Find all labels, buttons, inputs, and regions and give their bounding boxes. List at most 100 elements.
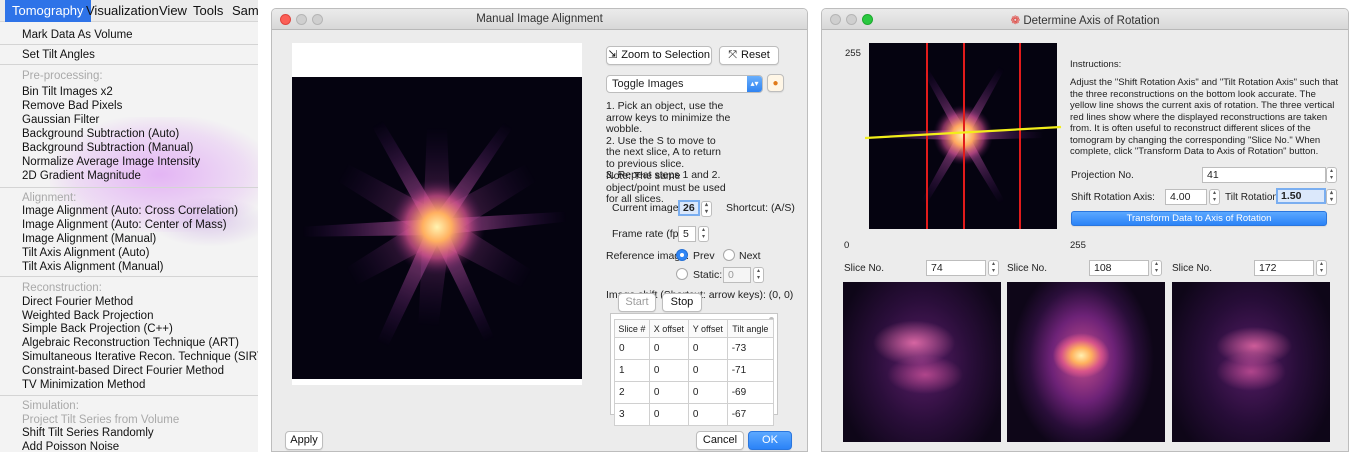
start-button[interactable]: Start (618, 293, 656, 312)
table-cell[interactable]: 2 (614, 381, 650, 404)
stepper-icon[interactable]: ▴ ▾ (753, 267, 764, 283)
menu-item-background-subtraction-manual[interactable]: Background Subtraction (Manual) (22, 142, 193, 154)
tilt-rotation-axis-input[interactable]: 1.50 ▴ ▾ (1276, 188, 1337, 205)
menubar-samples[interactable]: Samp (225, 0, 258, 22)
stepper-icon[interactable]: ▴ ▾ (1326, 167, 1337, 183)
menubar-tools[interactable]: Tools (186, 0, 230, 22)
next-radio[interactable] (723, 249, 735, 261)
table-cell[interactable]: 1 (614, 359, 650, 382)
table-cell[interactable]: 0 (687, 337, 728, 360)
offset-table: Slice # X offset Y offset Tilt angle 0 0 0 -73… (614, 319, 775, 426)
menu-item-simultaneous-iterative-recon-technique-sirt[interactable]: Simultaneous Iterative Recon. Technique … (22, 351, 258, 363)
table-cell[interactable]: -69 (726, 381, 775, 404)
menu-item-gaussian-filter[interactable]: Gaussian Filter (22, 114, 99, 126)
table-cell[interactable]: 0 (687, 403, 728, 426)
window-title: Manual Image Alignment (476, 13, 603, 25)
table-cell[interactable]: 0 (614, 337, 650, 360)
frame-rate-input[interactable]: 5 ▴ ▾ (678, 226, 709, 242)
static-radio[interactable] (676, 268, 688, 280)
stepper-icon[interactable]: ▴ ▾ (701, 201, 712, 217)
table-cell[interactable]: 0 (648, 337, 689, 360)
chevron-updown-icon: ▴▾ (747, 76, 762, 92)
table-row[interactable]: 1 0 0 -71 (614, 359, 775, 382)
table-cell[interactable]: -67 (726, 403, 775, 426)
table-header-cell[interactable]: X offset (648, 319, 689, 338)
table-cell[interactable]: -73 (726, 337, 775, 360)
window-title: ❁ Determine Axis of Rotation (1010, 15, 1160, 27)
ok-button[interactable]: OK (748, 431, 792, 450)
apply-button[interactable]: Apply (285, 431, 323, 450)
menubar: Tomography Visualization View Tools Samp (0, 0, 258, 22)
menu-item-remove-bad-pixels[interactable]: Remove Bad Pixels (22, 100, 122, 112)
rotation-axis-line[interactable] (865, 121, 1065, 143)
toggle-images-select[interactable]: Toggle Images ▴▾ (606, 75, 763, 93)
reset-button[interactable]: ⤧ Reset (719, 46, 779, 65)
menu-item-normalize-average-image-intensity[interactable]: Normalize Average Image Intensity (22, 156, 200, 168)
static-input[interactable]: 0 ▴ ▾ (723, 267, 764, 283)
menu-item-set-tilt-angles[interactable]: Set Tilt Angles (22, 49, 95, 61)
menu-item-simple-back-projection-c[interactable]: Simple Back Projection (C++) (22, 323, 173, 335)
slice-no-input-2[interactable]: 108 ▴ ▾ (1089, 260, 1162, 276)
current-image-input[interactable]: 26 ▴ ▾ (678, 200, 712, 217)
table-row[interactable]: 2 0 0 -69 (614, 381, 775, 404)
stepper-icon[interactable]: ▴ ▾ (1151, 260, 1162, 276)
table-cell[interactable]: 0 (687, 381, 728, 404)
table-cell[interactable]: 0 (648, 359, 689, 382)
stop-button[interactable]: Stop (662, 293, 702, 312)
menu-item-constraint-based-direct-fourier-method[interactable]: Constraint-based Direct Fourier Method (22, 365, 224, 377)
menu-separator (0, 276, 258, 277)
palette-icon: ● (772, 78, 779, 89)
stepper-icon[interactable]: ▴ ▾ (698, 226, 709, 242)
table-cell[interactable]: 0 (687, 359, 728, 382)
zoom-icon: ⇲ (608, 49, 618, 61)
x-axis-min-label: 0 (844, 240, 850, 251)
stepper-icon[interactable]: ▴ ▾ (1209, 189, 1220, 205)
prev-label: Prev (693, 250, 715, 262)
table-cell[interactable]: 0 (648, 403, 689, 426)
menu-item-weighted-back-projection[interactable]: Weighted Back Projection (22, 310, 153, 322)
table-row[interactable]: 3 0 0 -67 (614, 403, 775, 426)
stepper-icon[interactable]: ▴ ▾ (1326, 189, 1337, 205)
determine-axis-window: ❁ Determine Axis of Rotation 255 Instruc… (821, 8, 1349, 452)
menu-item-tilt-axis-alignment-manual[interactable]: Tilt Axis Alignment (Manual) (22, 261, 163, 273)
slice-no-label-1: Slice No. (844, 263, 885, 274)
tilt-image-view[interactable] (292, 77, 582, 379)
shortcut-label: Shortcut: (A/S) (726, 202, 795, 214)
slice-no-input-1[interactable]: 74 ▴ ▾ (926, 260, 999, 276)
prev-radio[interactable] (676, 249, 688, 261)
manual-image-alignment-window: Manual Image Alignment ⇲ Zoom to Selecti… (271, 8, 808, 452)
menu-item-2d-gradient-magnitude[interactable]: 2D Gradient Magnitude (22, 170, 141, 182)
slice-no-input-3[interactable]: 172 ▴ ▾ (1254, 260, 1327, 276)
stepper-icon[interactable]: ▴ ▾ (1316, 260, 1327, 276)
menu-item-mark-data-as-volume[interactable]: Mark Data As Volume (22, 29, 133, 41)
table-cell[interactable]: 3 (614, 403, 650, 426)
slice-no-label-3: Slice No. (1172, 263, 1213, 274)
menu-item-tv-minimization-method[interactable]: TV Minimization Method (22, 379, 145, 391)
stepper-icon[interactable]: ▴ ▾ (988, 260, 999, 276)
table-header-cell[interactable]: Y offset (687, 319, 728, 338)
transform-data-button[interactable]: Transform Data to Axis of Rotation (1071, 211, 1327, 226)
menu-item-tilt-axis-alignment-auto[interactable]: Tilt Axis Alignment (Auto) (22, 247, 149, 259)
menu-item-image-alignment-manual[interactable]: Image Alignment (Manual) (22, 233, 156, 245)
slice-reconstruction-2 (1007, 282, 1165, 442)
color-map-button[interactable]: ● (767, 74, 784, 92)
table-header-cell[interactable]: Tilt angle (726, 319, 775, 338)
cancel-button[interactable]: Cancel (696, 431, 744, 450)
table-row[interactable]: 0 0 0 -73 (614, 337, 775, 360)
menu-item-image-alignment-auto-cross-correlation[interactable]: Image Alignment (Auto: Cross Correlation… (22, 205, 238, 217)
menu-item-add-poisson-noise[interactable]: Add Poisson Noise (22, 441, 119, 452)
slice-reconstruction-1 (843, 282, 1001, 442)
menu-item-bin-tilt-images-x2[interactable]: Bin Tilt Images x2 (22, 86, 113, 98)
menu-item-algebraic-reconstruction-technique-art[interactable]: Algebraic Reconstruction Technique (ART) (22, 337, 239, 349)
menu-item-background-subtraction-auto[interactable]: Background Subtraction (Auto) (22, 128, 179, 140)
menu-item-image-alignment-auto-center-of-mass[interactable]: Image Alignment (Auto: Center of Mass) (22, 219, 227, 231)
projection-no-input[interactable]: 41 ▴ ▾ (1202, 167, 1337, 183)
menu-item-shift-tilt-series-randomly[interactable]: Shift Tilt Series Randomly (22, 427, 154, 439)
shift-rotation-axis-input[interactable]: 4.00 ▴ ▾ (1165, 189, 1220, 205)
menubar-tomography[interactable]: Tomography (5, 0, 91, 22)
table-cell[interactable]: -71 (726, 359, 775, 382)
zoom-to-selection-button[interactable]: ⇲ Zoom to Selection (606, 46, 712, 65)
table-cell[interactable]: 0 (648, 381, 689, 404)
menu-item-direct-fourier-method[interactable]: Direct Fourier Method (22, 296, 133, 308)
table-header-cell[interactable]: Slice # (614, 319, 650, 338)
